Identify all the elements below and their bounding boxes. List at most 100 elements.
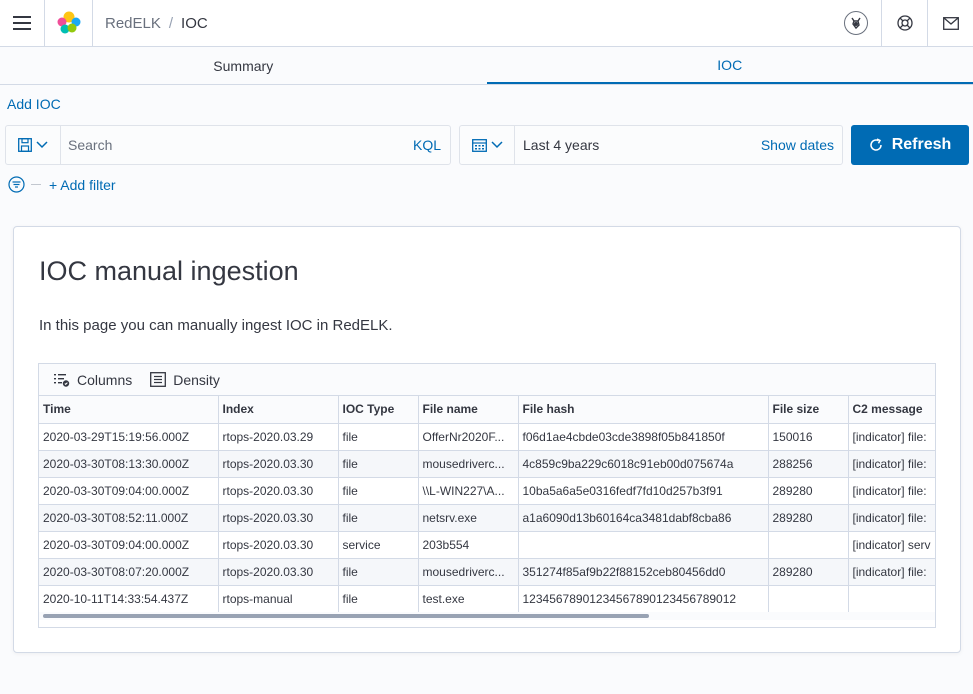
table-cell[interactable] <box>518 531 769 559</box>
table-cell[interactable]: mousedriverc... <box>418 450 519 478</box>
table-row: 2020-03-30T09:04:00.000Z rtops-2020.03.3… <box>39 531 935 559</box>
table-cell[interactable]: 2020-03-30T08:07:20.000Z <box>39 558 219 586</box>
table-cell[interactable]: 203b554 <box>418 531 519 559</box>
table-cell[interactable]: 2020-10-11T14:33:54.437Z <box>39 585 219 613</box>
table-cell[interactable]: 288256 <box>768 450 849 478</box>
add-ioc-link[interactable]: Add IOC <box>7 96 61 112</box>
add-filter-button[interactable]: + Add filter <box>49 177 116 193</box>
table-cell[interactable]: file <box>338 477 419 505</box>
table-cell[interactable]: 2020-03-30T08:13:30.000Z <box>39 450 219 478</box>
show-dates-button[interactable]: Show dates <box>761 137 842 153</box>
table-cell[interactable]: 150016 <box>768 423 849 451</box>
table-cell[interactable]: rtops-2020.03.30 <box>218 450 339 478</box>
home-logo-button[interactable] <box>45 0 93 47</box>
save-icon <box>18 138 32 152</box>
density-button[interactable]: Density <box>150 372 220 388</box>
table-cell[interactable]: a1a6090d13b60164ca3481dabf8cba86 <box>518 504 769 532</box>
column-header-file-size[interactable]: File size <box>768 396 849 424</box>
columns-button[interactable]: Columns <box>54 372 132 388</box>
table-cell[interactable]: mousedriverc... <box>418 558 519 586</box>
horizontal-scrollbar-thumb[interactable] <box>43 614 649 618</box>
saved-query-menu-button[interactable] <box>6 126 61 164</box>
table-cell[interactable]: rtops-2020.03.30 <box>218 558 339 586</box>
user-menu-button[interactable] <box>831 0 881 47</box>
columns-icon <box>54 373 70 387</box>
density-label: Density <box>173 371 220 388</box>
table-cell[interactable]: 2020-03-30T08:52:11.000Z <box>39 504 219 532</box>
column-header-ioc-type[interactable]: IOC Type <box>338 396 419 424</box>
quick-date-menu-button[interactable] <box>460 126 515 164</box>
table-cell[interactable]: 289280 <box>768 504 849 532</box>
table-cell[interactable]: file <box>338 558 419 586</box>
table-cell[interactable]: 2020-03-30T09:04:00.000Z <box>39 477 219 505</box>
top-header: RedELK / IOC <box>0 0 973 47</box>
table-cell[interactable]: rtops-manual <box>218 585 339 613</box>
mail-icon <box>942 16 959 30</box>
breadcrumb: RedELK / IOC <box>93 15 831 32</box>
table-cell[interactable]: file <box>338 504 419 532</box>
refresh-button[interactable]: Refresh <box>851 125 969 165</box>
column-header-index[interactable]: Index <box>218 396 339 424</box>
tab-ioc[interactable]: IOC <box>486 47 973 84</box>
table-row: 2020-03-30T08:52:11.000Z rtops-2020.03.3… <box>39 504 935 532</box>
table-cell[interactable]: file <box>338 423 419 451</box>
table-cell[interactable]: rtops-2020.03.30 <box>218 504 339 532</box>
table-cell[interactable]: f06d1ae4cbde03cde3898f05b841850f <box>518 423 769 451</box>
table-cell[interactable]: [indicator] file: <box>848 450 935 478</box>
page-description: In this page you can manually ingest IOC… <box>39 317 393 334</box>
table-cell[interactable]: 289280 <box>768 558 849 586</box>
table-cell[interactable]: rtops-2020.03.30 <box>218 477 339 505</box>
breadcrumb-separator: / <box>168 14 174 32</box>
table-row: 2020-03-30T08:07:20.000Z rtops-2020.03.3… <box>39 558 935 586</box>
table-cell[interactable]: 351274f85af9b22f88152ceb80456dd0 <box>518 558 769 586</box>
table-cell[interactable]: rtops-2020.03.30 <box>218 531 339 559</box>
kql-toggle[interactable]: KQL <box>413 137 450 153</box>
breadcrumb-ioc: IOC <box>181 14 208 32</box>
table-cell[interactable]: [indicator] file: <box>848 477 935 505</box>
table-cell[interactable]: test.exe <box>418 585 519 613</box>
table-cell[interactable]: OfferNr2020F... <box>418 423 519 451</box>
tab-summary[interactable]: Summary <box>0 47 487 84</box>
column-header-time[interactable]: Time <box>39 396 219 424</box>
table-cell[interactable]: 289280 <box>768 477 849 505</box>
filter-bar: + Add filter <box>8 176 116 193</box>
column-header-c2-message[interactable]: C2 message <box>848 396 935 424</box>
table-cell[interactable]: 2020-03-30T09:04:00.000Z <box>39 531 219 559</box>
table-cell[interactable]: service <box>338 531 419 559</box>
elastic-logo-icon <box>57 11 80 34</box>
table-cell[interactable]: 12345678901234567890123456789012 <box>518 585 769 613</box>
table-cell[interactable]: file <box>338 585 419 613</box>
ioc-panel: IOC manual ingestion In this page you ca… <box>13 226 961 653</box>
table-cell[interactable]: [indicator] file: <box>848 423 935 451</box>
table-cell[interactable]: rtops-2020.03.29 <box>218 423 339 451</box>
calendar-icon <box>471 139 487 152</box>
search-input[interactable] <box>61 126 413 164</box>
table-cell[interactable]: \\L-WIN227\A... <box>418 477 519 505</box>
table-cell[interactable]: 4c859c9ba229c6018c91eb00d075674a <box>518 450 769 478</box>
chevron-down-icon <box>36 141 48 149</box>
table-cell[interactable]: 2020-03-29T15:19:56.000Z <box>39 423 219 451</box>
table-cell[interactable]: [indicator] file: <box>848 558 935 586</box>
user-avatar <box>844 11 868 35</box>
table-cell[interactable]: [indicator] file: <box>848 504 935 532</box>
columns-label: Columns <box>77 371 133 388</box>
newsfeed-button[interactable] <box>927 0 973 47</box>
table-cell[interactable] <box>848 585 935 613</box>
query-bar: KQL <box>5 125 451 165</box>
help-button[interactable] <box>881 0 927 47</box>
table-row: 2020-03-30T09:04:00.000Z rtops-2020.03.3… <box>39 477 935 505</box>
table-row: 2020-03-30T08:13:30.000Z rtops-2020.03.3… <box>39 450 935 478</box>
column-header-file-hash[interactable]: File hash <box>518 396 769 424</box>
table-cell[interactable]: 10ba5a6a5e0316fedf7fd10d257b3f91 <box>518 477 769 505</box>
column-header-file-name[interactable]: File name <box>418 396 519 424</box>
table-row: 2020-10-11T14:33:54.437Z rtops-manual fi… <box>39 585 935 613</box>
ioc-data-grid: Columns Density Time Index IOC Type File… <box>38 363 936 628</box>
table-cell[interactable]: file <box>338 450 419 478</box>
menu-button[interactable] <box>0 0 45 47</box>
breadcrumb-redelk[interactable]: RedELK <box>105 15 161 32</box>
filter-options-icon[interactable] <box>8 176 25 193</box>
table-cell[interactable] <box>768 585 849 613</box>
table-cell[interactable]: netsrv.exe <box>418 504 519 532</box>
table-cell[interactable]: [indicator] serv <box>848 531 935 559</box>
table-cell[interactable] <box>768 531 849 559</box>
